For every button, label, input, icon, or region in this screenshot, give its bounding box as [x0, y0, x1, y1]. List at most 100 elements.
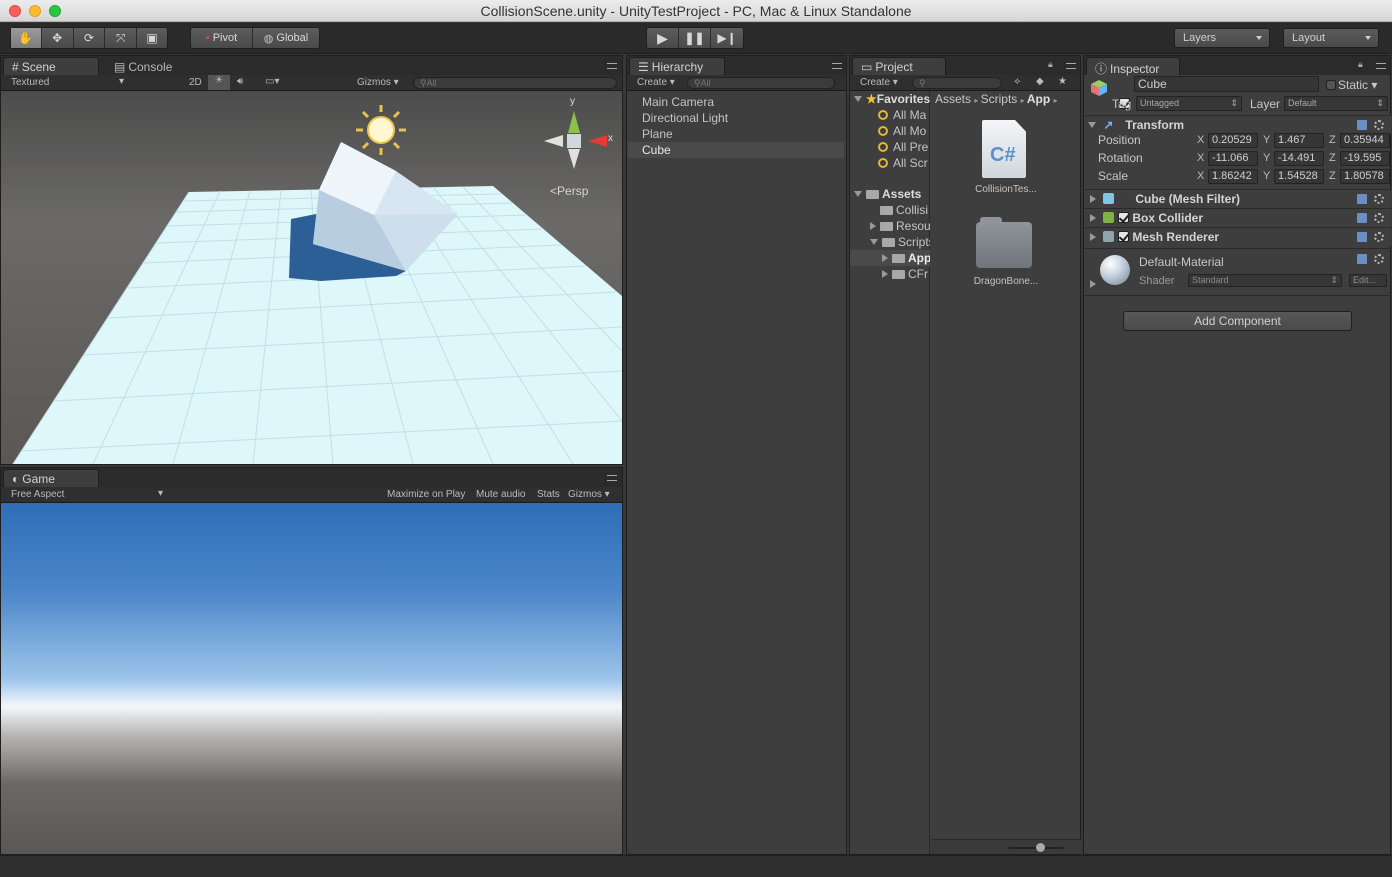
project-create-dropdown[interactable]: Create ▾ [860, 77, 898, 88]
tab-console[interactable]: ▤ Console [105, 57, 195, 75]
hierarchy-item-plane[interactable]: Plane [628, 126, 844, 142]
tab-game[interactable]: ◐ Game [3, 469, 99, 487]
panel-menu-icon[interactable] [1376, 63, 1386, 69]
hierarchy-create-dropdown[interactable]: Create ▾ [637, 77, 675, 88]
effects-icon[interactable]: ▭▾ [265, 76, 279, 87]
layout-dropdown[interactable]: Layout [1283, 28, 1379, 48]
breadcrumb-app[interactable]: App [1027, 92, 1050, 106]
favorite-star-icon[interactable]: ★ [1058, 76, 1067, 87]
scale-x-field[interactable]: 1.86242 [1208, 169, 1258, 184]
hand-tool-icon[interactable]: ✋ [11, 28, 42, 48]
help-book-icon[interactable] [1357, 254, 1367, 264]
mesh-filter-header[interactable]: Cube (Mesh Filter) [1085, 189, 1391, 208]
aspect-dropdown[interactable]: Free Aspect [11, 489, 64, 500]
gear-icon[interactable] [1374, 232, 1384, 242]
global-button[interactable]: ◍ Global [253, 28, 319, 48]
hierarchy-search-input[interactable]: ⚲All [687, 77, 835, 89]
help-book-icon[interactable] [1357, 194, 1367, 204]
panel-menu-icon[interactable] [832, 63, 842, 69]
favorite-all-scripts[interactable]: All Scr [878, 155, 930, 171]
favorite-all-models[interactable]: All Mo [878, 123, 930, 139]
maximize-on-play-toggle[interactable]: Maximize on Play [387, 489, 465, 500]
render-mode-dropdown[interactable]: Textured [11, 77, 49, 88]
expand-icon[interactable] [1090, 280, 1096, 288]
lock-icon[interactable]: 🔒︎ [1358, 59, 1363, 70]
game-viewport[interactable] [1, 503, 622, 854]
tab-project[interactable]: ▭ Project [852, 57, 946, 75]
tab-scene[interactable]: # Scene [3, 57, 99, 75]
mute-audio-toggle[interactable]: Mute audio [476, 489, 525, 500]
hierarchy-item-directional-light[interactable]: Directional Light [628, 110, 844, 126]
panel-menu-icon[interactable] [1066, 63, 1076, 69]
edit-shader-button[interactable]: Edit... [1349, 274, 1387, 287]
filter-type-icon[interactable]: ⟡ [1014, 76, 1021, 87]
gear-icon[interactable] [1374, 213, 1384, 223]
tab-inspector[interactable]: ⓘ Inspector [1086, 57, 1180, 76]
rect-tool-icon[interactable]: ▣ [137, 28, 167, 48]
favorite-all-materials[interactable]: All Ma [878, 107, 930, 123]
project-search-input[interactable]: ⚲ [912, 77, 1002, 89]
folder-cfr[interactable]: CFr [882, 266, 930, 282]
scale-z-field[interactable]: 1.80578 [1340, 169, 1390, 184]
rotate-tool-icon[interactable]: ⟳ [74, 28, 106, 48]
pause-icon[interactable]: ❚❚ [679, 28, 711, 48]
slider-thumb[interactable] [1036, 843, 1045, 852]
add-component-button[interactable]: Add Component [1123, 311, 1352, 331]
transform-header[interactable]: ↗ Transform [1085, 115, 1391, 134]
box-collider-header[interactable]: Box Collider [1085, 208, 1391, 227]
rotation-x-field[interactable]: -11.066 [1208, 151, 1258, 166]
persp-label[interactable]: <Persp [550, 184, 588, 198]
rotation-z-field[interactable]: -19.595 [1340, 151, 1390, 166]
play-icon[interactable]: ▶ [647, 28, 679, 48]
favorite-all-prefabs[interactable]: All Pre [878, 139, 930, 155]
lock-icon[interactable]: 🔒︎ [1048, 59, 1053, 70]
help-book-icon[interactable] [1357, 232, 1367, 242]
breadcrumb-assets[interactable]: Assets [935, 92, 971, 106]
gizmos-dropdown[interactable]: Gizmos ▾ [357, 77, 399, 88]
game-gizmos-dropdown[interactable]: Gizmos ▾ [568, 489, 610, 500]
scene-lighting-icon[interactable]: ☀ [208, 75, 230, 90]
breadcrumb-scripts[interactable]: Scripts [981, 92, 1018, 106]
rotation-y-field[interactable]: -14.491 [1274, 151, 1324, 166]
help-book-icon[interactable] [1357, 213, 1367, 223]
box-collider-checkbox[interactable] [1118, 212, 1130, 223]
layers-dropdown[interactable]: Layers [1174, 28, 1270, 48]
2d-toggle[interactable]: 2D [189, 77, 202, 88]
stats-toggle[interactable]: Stats [537, 489, 560, 500]
gear-icon[interactable] [1374, 194, 1384, 204]
static-toggle[interactable]: Static ▾ [1326, 78, 1377, 92]
scale-y-field[interactable]: 1.54528 [1274, 169, 1324, 184]
layer-dropdown[interactable]: Default ⇕ [1284, 96, 1388, 111]
mesh-renderer-checkbox[interactable] [1118, 231, 1130, 242]
scale-tool-icon[interactable]: ⤧ [105, 28, 138, 48]
scene-audio-icon[interactable]: 🔊︎ [237, 76, 243, 87]
favorites-section[interactable]: ★Favorites [854, 91, 930, 107]
hierarchy-item-main-camera[interactable]: Main Camera [628, 94, 844, 110]
folder-scripts[interactable]: Scripts [870, 234, 930, 250]
position-y-field[interactable]: 1.467 [1274, 133, 1324, 148]
gear-icon[interactable] [1374, 254, 1384, 264]
folder-dragonbones[interactable]: DragonBone... [966, 214, 1046, 294]
tag-dropdown[interactable]: Untagged ⇕ [1136, 96, 1242, 111]
pivot-button[interactable]: ▪ Pivot [191, 28, 253, 48]
hierarchy-item-cube[interactable]: Cube [628, 142, 844, 158]
help-book-icon[interactable] [1357, 120, 1367, 130]
step-icon[interactable]: ▶❙ [711, 28, 743, 48]
position-x-field[interactable]: 0.20529 [1208, 133, 1258, 148]
position-z-field[interactable]: 0.35944 [1340, 133, 1390, 148]
mesh-renderer-header[interactable]: Mesh Renderer [1085, 227, 1391, 246]
gear-icon[interactable] [1374, 120, 1384, 130]
folder-collision[interactable]: Collisi [880, 202, 930, 218]
folder-resources[interactable]: Resou [870, 218, 930, 234]
filter-label-icon[interactable]: ◆ [1036, 76, 1044, 87]
scene-viewport[interactable]: y x <Persp [1, 91, 622, 464]
folder-app[interactable]: App [850, 250, 930, 266]
panel-menu-icon[interactable] [607, 475, 617, 481]
file-collision-test[interactable]: C# CollisionTes... [966, 118, 1046, 198]
move-tool-icon[interactable]: ✥ [42, 28, 74, 48]
object-name-field[interactable]: Cube [1134, 76, 1319, 92]
shader-dropdown[interactable]: Standard ⇕ [1188, 274, 1342, 287]
panel-menu-icon[interactable] [607, 63, 617, 69]
assets-section[interactable]: Assets [854, 186, 930, 202]
tab-hierarchy[interactable]: ☰ Hierarchy [629, 57, 725, 75]
